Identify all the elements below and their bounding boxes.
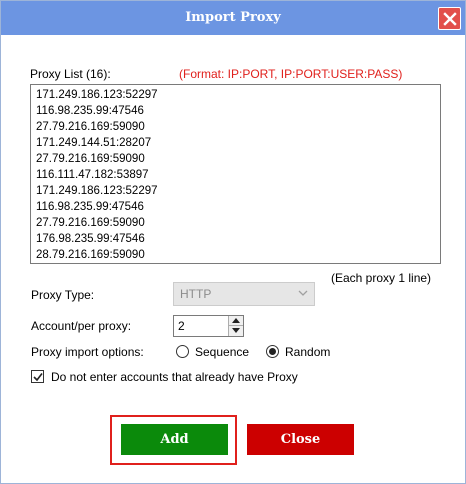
- import-options-label: Proxy import options:: [31, 345, 144, 359]
- title-bar: Import Proxy: [1, 1, 465, 35]
- skip-existing-label[interactable]: Do not enter accounts that already have …: [51, 370, 298, 384]
- proxy-line: 27.79.216.169:59090: [36, 217, 145, 229]
- proxy-type-value: HTTP: [180, 287, 212, 301]
- sequence-radio[interactable]: [176, 345, 189, 358]
- proxy-type-label: Proxy Type:: [31, 288, 95, 302]
- account-per-proxy-label: Account/per proxy:: [31, 319, 132, 333]
- proxy-line: 176.98.235.99:47546: [36, 233, 145, 245]
- proxy-list-label: Proxy List (16):: [30, 67, 111, 81]
- proxy-line: 171.249.186.123:52297: [36, 89, 158, 101]
- arrow-up-icon: [232, 318, 240, 323]
- random-radio[interactable]: [266, 345, 279, 358]
- proxy-line: 27.79.216.169:59090: [36, 121, 145, 133]
- dialog-title: Import Proxy: [185, 10, 281, 25]
- proxy-line: 116.98.235.99:47546: [36, 201, 144, 213]
- proxy-line: 28.79.216.169:59090: [36, 249, 145, 261]
- proxy-type-select[interactable]: HTTP: [173, 282, 315, 306]
- add-button[interactable]: Add: [121, 424, 228, 455]
- stepper-buttons: [228, 316, 243, 336]
- import-proxy-dialog: Import Proxy Proxy List (16): (Format: I…: [0, 0, 466, 484]
- close-button[interactable]: Close: [247, 424, 354, 455]
- close-window-button[interactable]: [438, 7, 461, 30]
- random-option-label[interactable]: Random: [285, 345, 330, 359]
- checkmark-icon: [33, 373, 43, 382]
- stepper-up-button[interactable]: [229, 316, 243, 326]
- chevron-down-icon: [298, 290, 308, 296]
- proxy-list-textarea[interactable]: 171.249.186.123:52297 116.98.235.99:4754…: [30, 84, 441, 264]
- each-proxy-note: (Each proxy 1 line): [331, 271, 432, 285]
- stepper-down-button[interactable]: [229, 326, 243, 336]
- radio-selected-dot: [269, 348, 276, 355]
- arrow-down-icon: [232, 328, 240, 333]
- account-per-proxy-value: 2: [178, 319, 185, 333]
- proxy-line: 116.98.235.99:47546: [36, 105, 144, 117]
- sequence-option-label[interactable]: Sequence: [195, 345, 249, 359]
- proxy-line: 27.79.216.169:59090: [36, 153, 145, 165]
- format-hint: (Format: IP:PORT, IP:PORT:USER:PASS): [179, 67, 403, 81]
- account-per-proxy-stepper[interactable]: 2: [173, 315, 244, 337]
- close-icon: [443, 12, 457, 26]
- proxy-line: 116.111.47.182:53897: [36, 169, 149, 181]
- skip-existing-checkbox[interactable]: [31, 370, 44, 383]
- proxy-line: 171.249.186.123:52297: [36, 185, 158, 197]
- proxy-line: 171.249.144.51:28207: [36, 137, 152, 149]
